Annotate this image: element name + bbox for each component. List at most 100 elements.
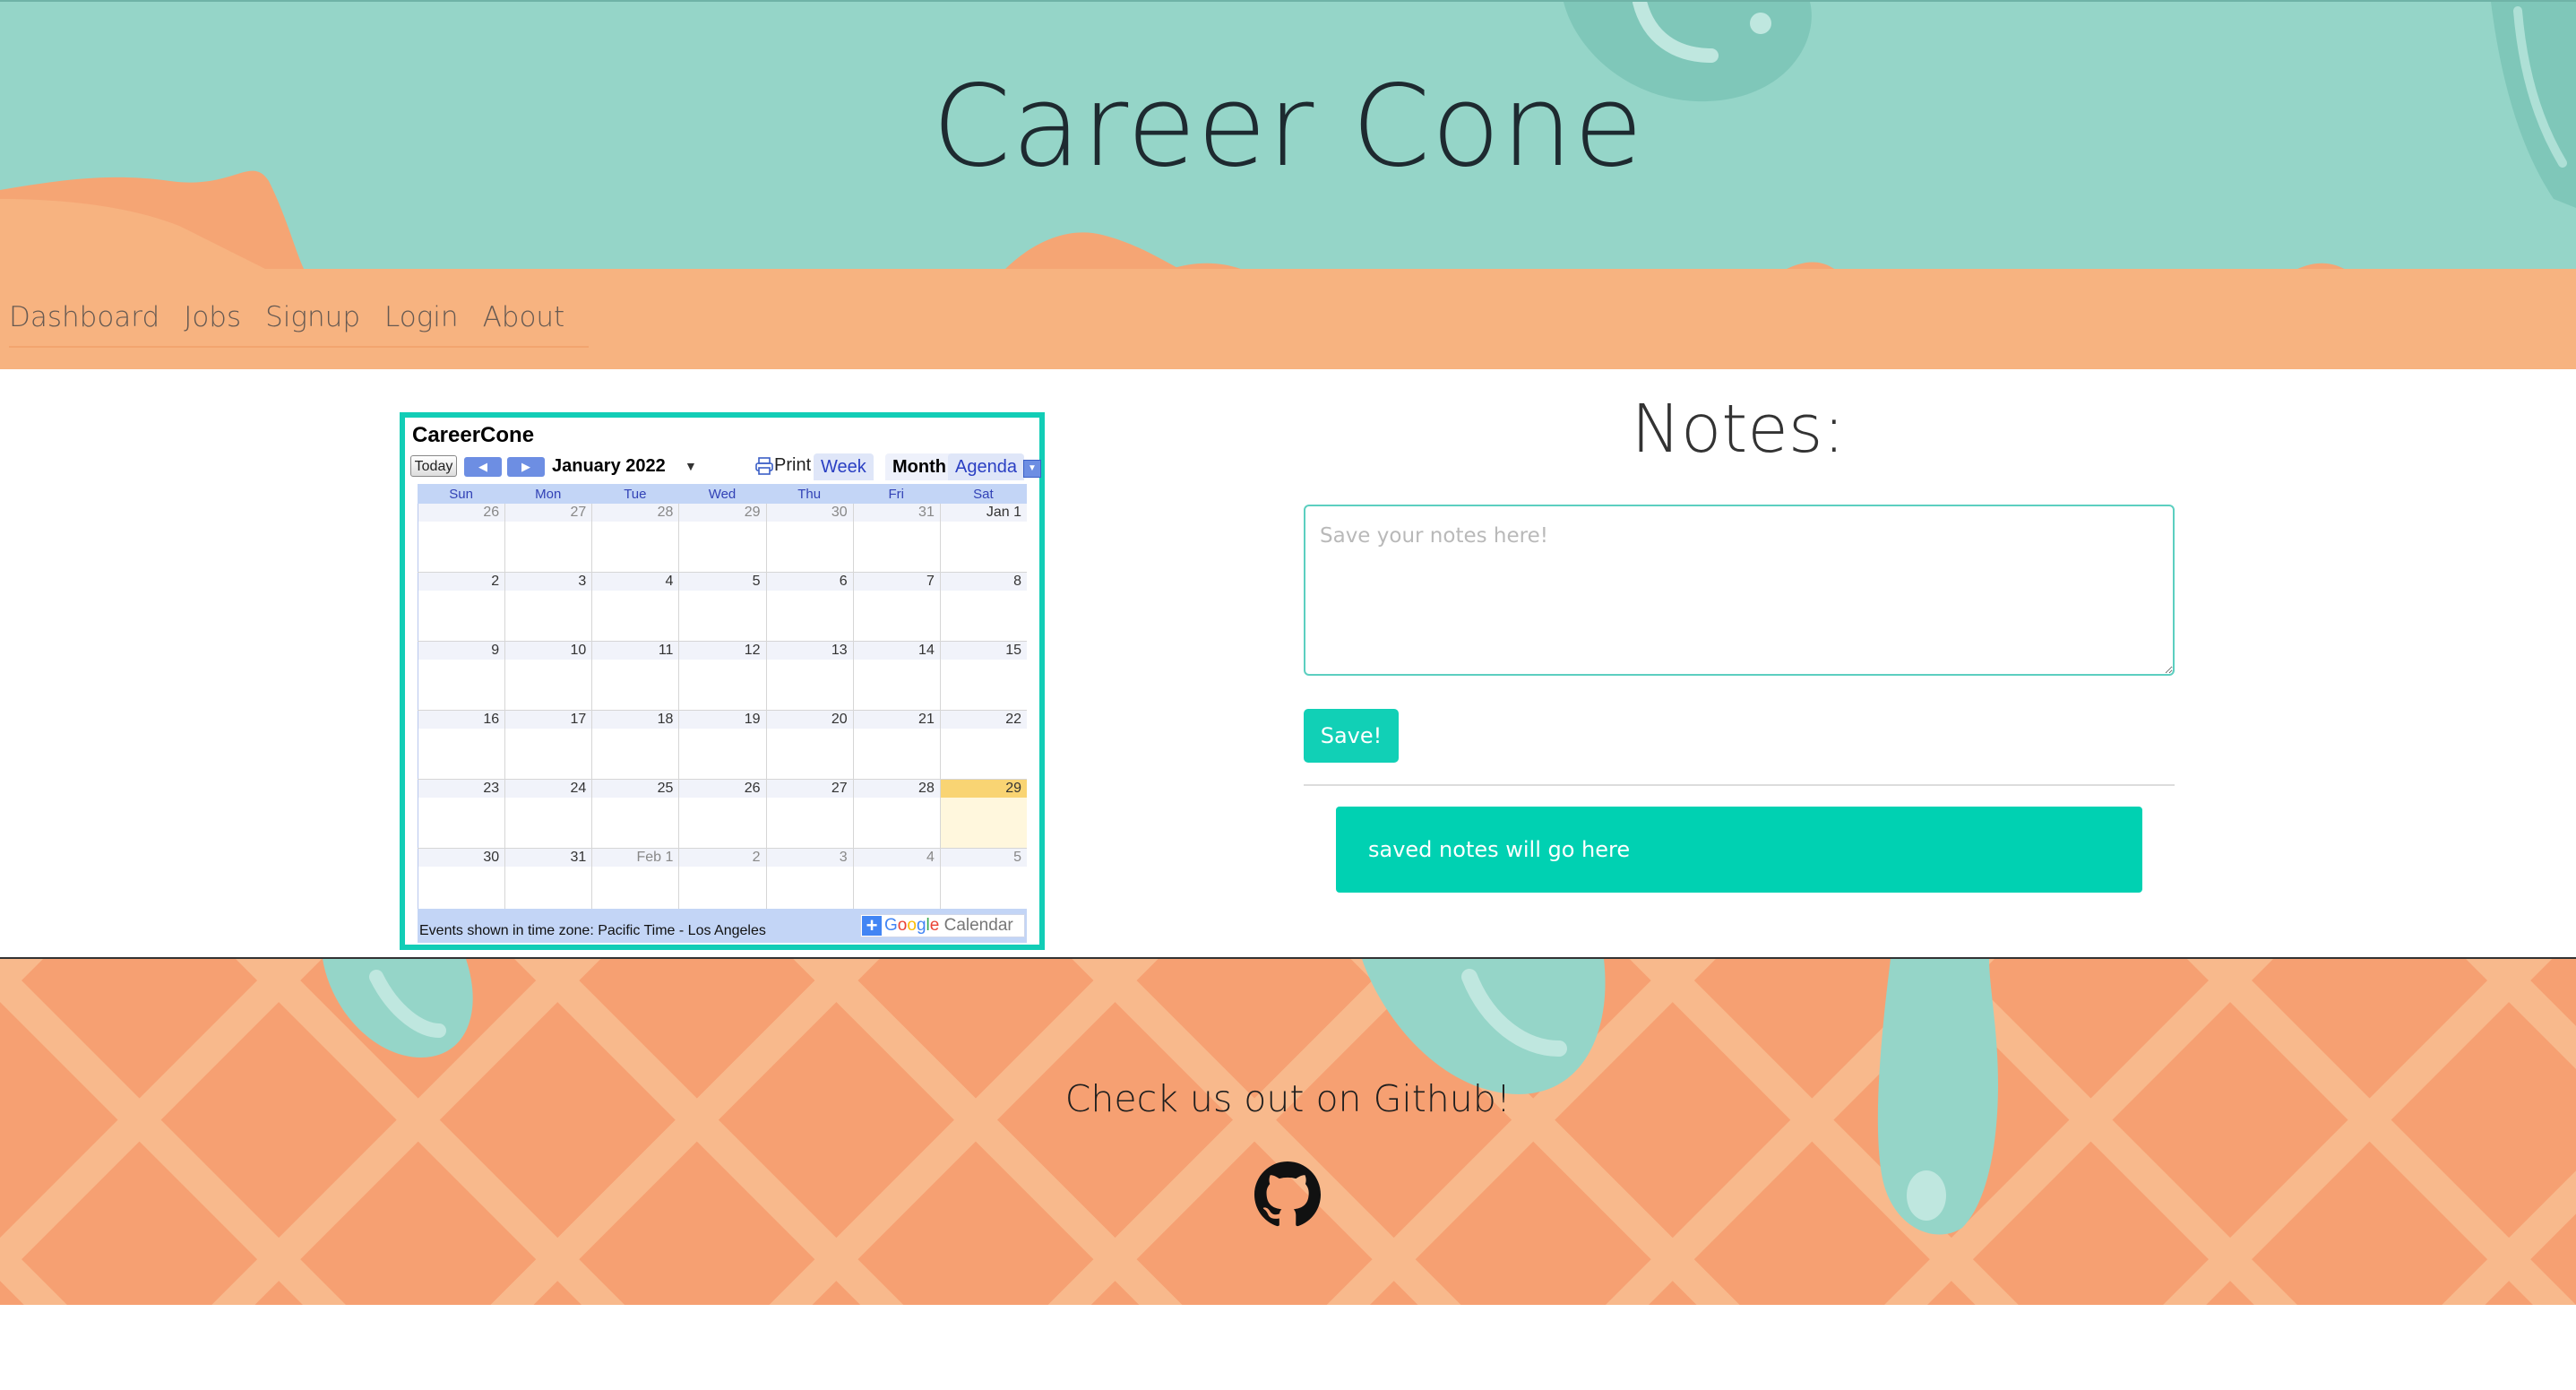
main-nav: Dashboard Jobs Signup Login About: [0, 269, 2576, 369]
calendar-day-cell[interactable]: 29: [939, 780, 1027, 848]
calendar-day-cell[interactable]: 19: [678, 711, 766, 779]
view-dropdown-icon[interactable]: ▼: [1023, 460, 1041, 478]
calendar-day-number: 23: [418, 780, 505, 798]
calendar-day-cell[interactable]: 10: [504, 642, 592, 710]
calendar-day-number: 21: [853, 711, 940, 729]
calendar-day-cell[interactable]: 18: [591, 711, 679, 779]
calendar-day-number: 2: [679, 849, 766, 867]
print-button[interactable]: Print: [754, 455, 811, 476]
calendar-day-number: 12: [679, 642, 766, 660]
nav-link-signup[interactable]: Signup: [265, 301, 360, 333]
calendar-day-cell[interactable]: 4: [591, 573, 679, 641]
calendar-day-cell[interactable]: 30: [418, 849, 505, 917]
calendar-day-number: 30: [766, 504, 853, 522]
calendar-day-number: 11: [592, 642, 679, 660]
printer-icon: [755, 456, 773, 475]
calendar-day-cell[interactable]: 22: [939, 711, 1027, 779]
calendar-day-cell[interactable]: 5: [939, 849, 1027, 917]
calendar-day-cell[interactable]: 12: [678, 642, 766, 710]
calendar-day-number: 30: [418, 849, 505, 867]
nav-link-login[interactable]: Login: [384, 301, 459, 333]
nav-link-jobs[interactable]: Jobs: [184, 301, 241, 333]
calendar-day-number: 5: [940, 849, 1027, 867]
calendar-day-cell[interactable]: 8: [939, 573, 1027, 641]
view-tab-month[interactable]: Month: [885, 453, 953, 480]
calendar-day-cell[interactable]: 9: [418, 642, 505, 710]
calendar-day-cell[interactable]: 3: [504, 573, 592, 641]
calendar-day-cell[interactable]: 7: [852, 573, 940, 641]
calendar-day-cell[interactable]: 26: [418, 504, 505, 572]
calendar-day-cell[interactable]: 26: [678, 780, 766, 848]
calendar-day-number: 8: [940, 573, 1027, 591]
calendar-day-number: 27: [766, 780, 853, 798]
calendar-day-cell[interactable]: 11: [591, 642, 679, 710]
calendar-day-cell[interactable]: 3: [765, 849, 853, 917]
calendar-day-cell[interactable]: 2: [418, 573, 505, 641]
calendar-day-number: 10: [505, 642, 592, 660]
calendar-day-number: 9: [418, 642, 505, 660]
calendar-day-number: 27: [505, 504, 592, 522]
nav-link-dashboard[interactable]: Dashboard: [9, 301, 159, 333]
calendar-day-cell[interactable]: 2: [678, 849, 766, 917]
calendar-day-cell[interactable]: Jan 1: [939, 504, 1027, 572]
calendar-day-cell[interactable]: 15: [939, 642, 1027, 710]
next-month-button[interactable]: ▶: [507, 457, 545, 477]
calendar-footer: Events shown in time zone: Pacific Time …: [418, 909, 1027, 943]
calendar-day-cell[interactable]: 28: [852, 780, 940, 848]
calendar-day-cell[interactable]: 4: [852, 849, 940, 917]
calendar-week-row: 16 17 18 19 20 21 22: [418, 711, 1027, 780]
calendar-day-cell[interactable]: 13: [765, 642, 853, 710]
calendar-week-row: 2345678: [418, 573, 1027, 642]
calendar-day-number: 29: [679, 504, 766, 522]
calendar-title: CareerCone: [412, 423, 535, 447]
calendar-day-cell[interactable]: 29: [678, 504, 766, 572]
calendar-day-cell[interactable]: 20: [765, 711, 853, 779]
calendar-day-cell[interactable]: 25: [591, 780, 679, 848]
weekday-label: Mon: [535, 487, 562, 502]
today-button[interactable]: Today: [410, 455, 457, 477]
weekday-label: Sun: [449, 487, 473, 502]
calendar-day-cell[interactable]: 30: [765, 504, 853, 572]
calendar-day-cell[interactable]: 27: [765, 780, 853, 848]
calendar-day-cell[interactable]: 27: [504, 504, 592, 572]
calendar-day-cell[interactable]: 6: [765, 573, 853, 641]
weekday-label: Tue: [624, 487, 647, 502]
calendar-day-cell[interactable]: 23: [418, 780, 505, 848]
chevron-left-icon: ◀: [478, 460, 487, 473]
calendar-day-cell[interactable]: 16: [418, 711, 505, 779]
prev-month-button[interactable]: ◀: [464, 457, 502, 477]
calendar-day-number: 14: [853, 642, 940, 660]
calendar-day-number: 3: [505, 573, 592, 591]
calendar-day-number: 20: [766, 711, 853, 729]
nav-link-about[interactable]: About: [483, 301, 565, 333]
nav-list: Dashboard Jobs Signup Login About: [9, 301, 590, 348]
calendar-day-cell[interactable]: 5: [678, 573, 766, 641]
view-tab-agenda[interactable]: Agenda: [948, 453, 1024, 480]
calendar-day-cell[interactable]: Feb 1: [591, 849, 679, 917]
save-button[interactable]: Save!: [1304, 709, 1399, 763]
month-dropdown-icon[interactable]: ▼: [685, 459, 697, 473]
calendar-day-number: 3: [766, 849, 853, 867]
github-icon[interactable]: [1254, 1161, 1321, 1228]
google-calendar-button[interactable]: + Google Calendar: [860, 914, 1025, 937]
calendar-day-cell[interactable]: 31: [504, 849, 592, 917]
calendar-grid: Sun Mon Tue Wed Thu Fri Sat 26 27 28 29 30 31…: [418, 484, 1027, 918]
calendar-day-number: 26: [418, 504, 505, 522]
calendar-day-number: 18: [592, 711, 679, 729]
view-tab-week[interactable]: Week: [814, 453, 874, 480]
calendar-day-number: 22: [940, 711, 1027, 729]
calendar-day-cell[interactable]: 31: [852, 504, 940, 572]
calendar-day-cell[interactable]: 24: [504, 780, 592, 848]
timezone-text: Events shown in time zone: Pacific Time …: [419, 923, 766, 938]
calendar-day-number: 6: [766, 573, 853, 591]
calendar-day-number: 24: [505, 780, 592, 798]
calendar-day-number: 28: [592, 504, 679, 522]
notes-textarea[interactable]: [1304, 505, 2175, 676]
calendar-day-cell[interactable]: 14: [852, 642, 940, 710]
site-footer: Check us out on Github!: [0, 957, 2576, 1305]
calendar-day-cell[interactable]: 21: [852, 711, 940, 779]
print-label: Print: [774, 455, 812, 475]
calendar-day-cell[interactable]: 28: [591, 504, 679, 572]
calendar-day-cell[interactable]: 17: [504, 711, 592, 779]
calendar-day-number: 4: [853, 849, 940, 867]
